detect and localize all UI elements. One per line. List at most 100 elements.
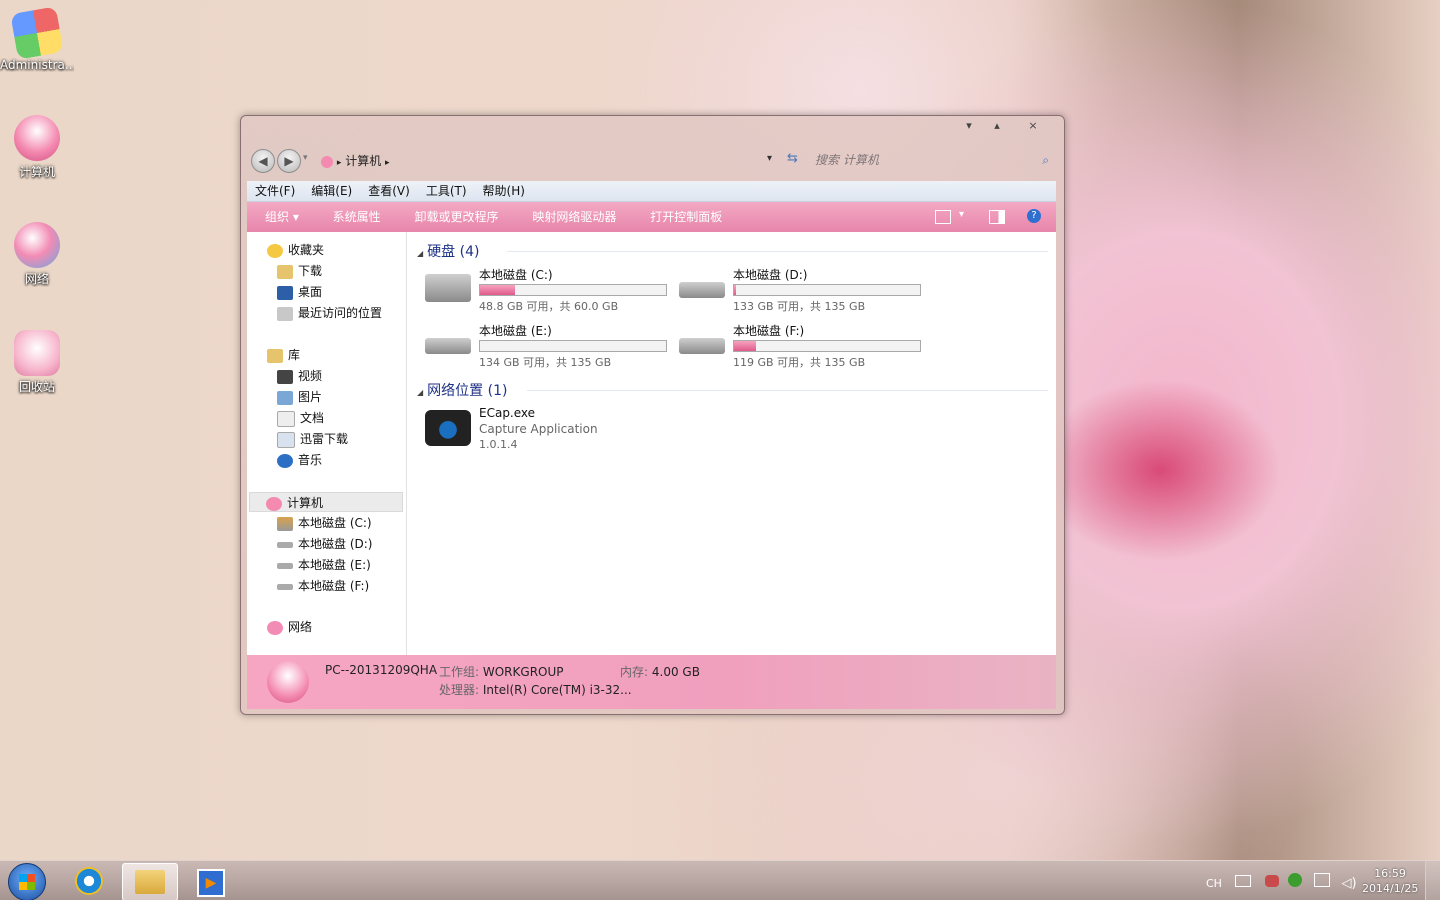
star-icon	[267, 243, 283, 258]
taskbar-explorer-active[interactable]	[122, 863, 178, 900]
windows-logo-icon	[19, 874, 35, 890]
volume-icon[interactable]: ◁)	[1341, 876, 1356, 891]
desktop-icon-label: Administra...	[0, 58, 74, 72]
view-options-chevron-icon[interactable]: ▾	[959, 209, 964, 220]
collapse-chevron-icon: ◢	[417, 249, 424, 258]
breadcrumb-separator: ▸	[336, 158, 342, 168]
close-button[interactable]: ×	[1021, 118, 1045, 134]
forward-button[interactable]: ▶	[277, 149, 301, 173]
desktop-icon-network[interactable]: 网络	[0, 222, 74, 287]
address-bar[interactable]: ▸ 计算机 ▸	[321, 151, 771, 171]
system-properties-button[interactable]: 系统属性	[333, 202, 381, 232]
menu-edit[interactable]: 编辑(E)	[303, 181, 360, 201]
maximize-button[interactable]: ▴	[985, 118, 1009, 134]
drive-d-tile[interactable]: 本地磁盘 (D:) 133 GB 可用，共 135 GB	[671, 266, 921, 318]
documents-library-icon	[277, 410, 295, 427]
start-button[interactable]	[8, 863, 46, 900]
clock-time: 16:59	[1374, 867, 1406, 880]
nav-videos[interactable]: 视频	[277, 366, 322, 386]
hard-drive-icon	[277, 562, 293, 569]
network-icon	[267, 620, 283, 635]
language-indicator[interactable]: CH	[1206, 877, 1222, 890]
clock[interactable]: 16:59 2014/1/25	[1362, 866, 1418, 896]
nav-drive-d[interactable]: 本地磁盘 (D:)	[277, 534, 372, 554]
nav-label: 图片	[298, 390, 323, 404]
minimize-button[interactable]: ▾	[957, 118, 981, 134]
desktop-icon-recycle-bin[interactable]: 回收站	[0, 330, 74, 395]
nav-documents[interactable]: 文档	[277, 408, 324, 428]
usage-fill	[480, 285, 516, 295]
desktop-icon-label: 计算机	[18, 165, 55, 179]
media-player-icon: ▶	[197, 869, 225, 897]
nav-drive-e[interactable]: 本地磁盘 (E:)	[277, 555, 371, 575]
library-folder-icon	[267, 348, 283, 363]
nav-recent-places[interactable]: 最近访问的位置	[277, 303, 382, 323]
network-item-version: 1.0.1.4	[479, 438, 518, 451]
address-dropdown-icon[interactable]: ▾	[767, 153, 772, 164]
desktop-icon	[277, 285, 293, 300]
memory-label: 内存:	[620, 665, 649, 679]
uninstall-program-button[interactable]: 卸载或更改程序	[415, 202, 499, 232]
drive-e-tile[interactable]: 本地磁盘 (E:) 134 GB 可用，共 135 GB	[417, 322, 667, 374]
drive-c-tile[interactable]: 本地磁盘 (C:) 48.8 GB 可用，共 60.0 GB	[417, 266, 667, 318]
users-icon[interactable]	[1264, 875, 1279, 887]
desktop-icon-label: 网络	[24, 272, 49, 286]
hard-drive-icon	[277, 541, 293, 548]
network-item-ecap[interactable]: ECap.exe Capture Application 1.0.1.4	[417, 406, 667, 454]
security-icon[interactable]	[1288, 873, 1303, 887]
search-icon[interactable]: ⌕	[1042, 150, 1049, 170]
drive-usage-bar	[479, 340, 667, 352]
nav-music[interactable]: 音乐	[277, 450, 322, 470]
hard-drive-icon	[425, 338, 471, 354]
network-status-icon[interactable]	[1313, 873, 1330, 887]
nav-label: 桌面	[298, 285, 323, 299]
usage-fill	[734, 341, 757, 351]
menu-tools[interactable]: 工具(T)	[418, 181, 475, 201]
memory-value: 4.00 GB	[651, 665, 700, 679]
nav-pictures[interactable]: 图片	[277, 387, 322, 407]
nav-computer[interactable]: 计算机	[249, 492, 403, 512]
usage-fill	[734, 285, 736, 295]
hard-drive-icon	[679, 338, 725, 354]
menu-file[interactable]: 文件(F)	[247, 181, 303, 201]
preview-pane-icon[interactable]	[989, 210, 1005, 224]
back-button[interactable]: ◀	[251, 149, 275, 173]
change-view-icon[interactable]	[935, 210, 951, 224]
nav-drive-f[interactable]: 本地磁盘 (F:)	[277, 576, 369, 596]
camera-icon	[425, 410, 471, 446]
taskbar-internet-explorer[interactable]	[62, 863, 116, 899]
network-globe-icon	[14, 222, 60, 268]
breadcrumb-separator[interactable]: ▸	[385, 158, 390, 168]
show-desktop-button[interactable]	[1425, 861, 1440, 900]
refresh-icon[interactable]: ⇆	[787, 151, 798, 166]
menu-help[interactable]: 帮助(H)	[475, 181, 533, 201]
drive-name: 本地磁盘 (C:)	[479, 268, 553, 282]
desktop-icon-administrator[interactable]: Administra...	[0, 6, 74, 72]
group-header-hard-disks[interactable]: ◢ 硬盘 (4)	[417, 241, 479, 261]
map-network-drive-button[interactable]: 映射网络驱动器	[532, 202, 616, 232]
drive-f-tile[interactable]: 本地磁盘 (F:) 119 GB 可用，共 135 GB	[671, 322, 921, 374]
search-input[interactable]: 搜索 计算机 ⌕	[815, 150, 1051, 170]
nav-drive-c[interactable]: 本地磁盘 (C:)	[277, 513, 372, 533]
nav-libraries[interactable]: 库	[267, 345, 300, 365]
nav-favorites[interactable]: 收藏夹	[267, 240, 324, 260]
nav-network[interactable]: 网络	[267, 617, 312, 637]
nav-downloads[interactable]: 下载	[277, 261, 322, 281]
keyboard-icon[interactable]	[1235, 875, 1252, 887]
breadcrumb-computer[interactable]: 计算机	[345, 154, 381, 168]
group-header-network-locations[interactable]: ◢ 网络位置 (1)	[417, 380, 507, 400]
help-icon[interactable]: ?	[1027, 209, 1041, 223]
taskbar-media-player[interactable]: ▶	[184, 863, 238, 899]
recent-pages-chevron-icon[interactable]: ▾	[303, 153, 308, 163]
nav-label: 最近访问的位置	[298, 306, 383, 320]
nav-thunder-downloads[interactable]: 迅雷下载	[277, 429, 348, 449]
pictures-library-icon	[277, 390, 293, 405]
desktop-icon-computer[interactable]: 计算机	[0, 115, 74, 180]
hard-drive-icon	[277, 583, 293, 590]
nav-label: 文档	[300, 411, 325, 425]
open-control-panel-button[interactable]: 打开控制面板	[650, 202, 722, 232]
organize-button[interactable]: 组织 ▾	[265, 202, 299, 232]
nav-desktop[interactable]: 桌面	[277, 282, 322, 302]
drive-free-space: 119 GB 可用，共 135 GB	[733, 356, 866, 369]
menu-view[interactable]: 查看(V)	[360, 181, 418, 201]
